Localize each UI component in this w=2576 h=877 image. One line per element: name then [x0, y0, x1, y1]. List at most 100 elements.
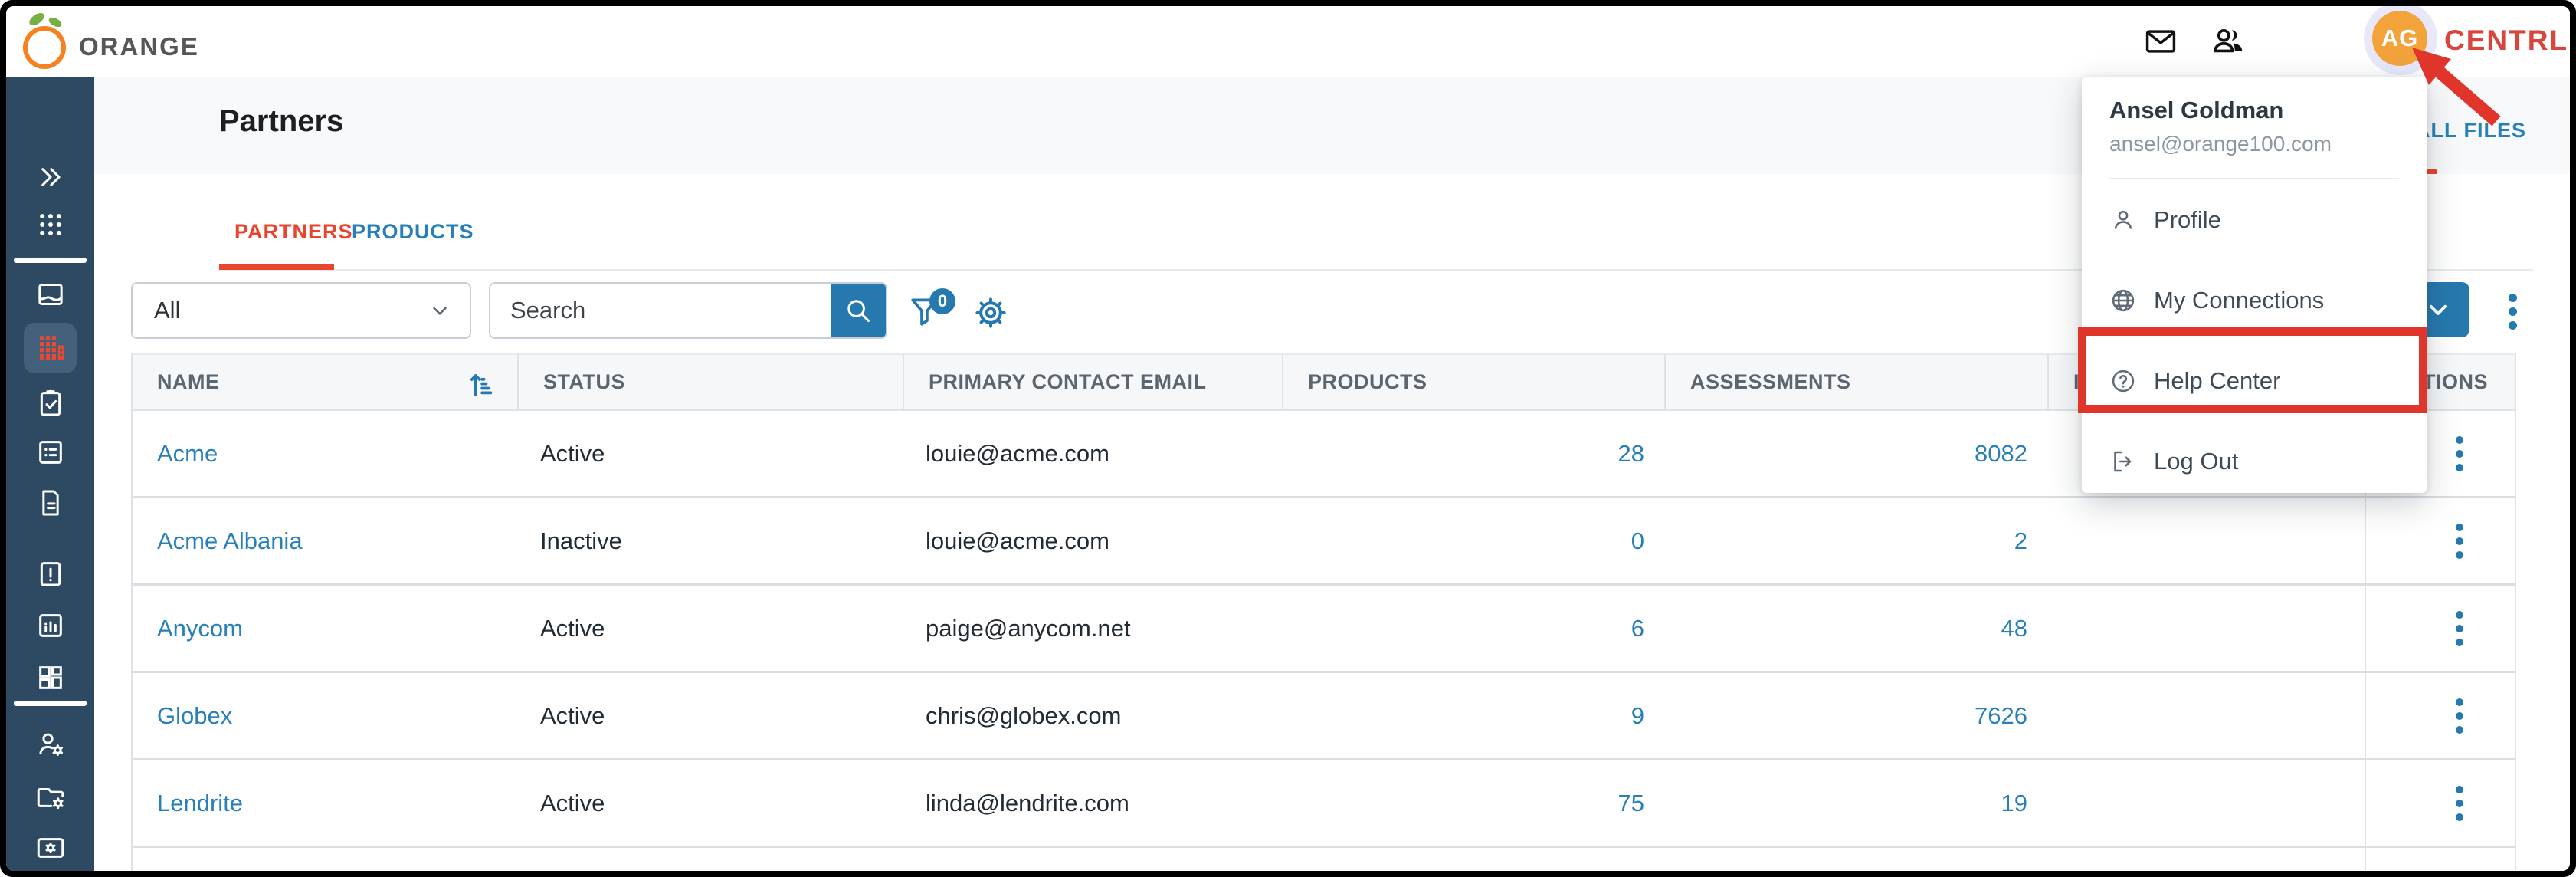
brand-centrl: CENTRL [2444, 25, 2568, 57]
gear-icon [972, 294, 1009, 331]
table-row: Lendrite Active linda@lendrite.com 75 19 [133, 760, 2515, 848]
interactions-cell [2049, 760, 2365, 846]
search-icon [844, 296, 873, 325]
clipboard-alert-icon [35, 558, 66, 589]
topbar-icon-group [2144, 6, 2248, 77]
sidebar-item-admin-settings[interactable] [6, 826, 94, 869]
chevron-down-icon [428, 299, 451, 322]
assessments-count-link[interactable]: 8082 [1975, 440, 2027, 468]
sidebar-expand-button[interactable] [6, 156, 94, 199]
row-actions-menu[interactable] [2444, 777, 2475, 830]
products-count-link[interactable]: 75 [1618, 790, 1644, 817]
apps-grid-icon [35, 209, 66, 240]
chevron-down-icon [2423, 294, 2453, 325]
sidebar-item-dashboards[interactable] [6, 656, 94, 699]
app-window: ORANGE AG CENTRL [6, 6, 2570, 871]
search-button[interactable] [831, 284, 886, 337]
partner-link[interactable]: Anycom [157, 615, 243, 642]
partner-link[interactable]: Acme Albania [157, 527, 303, 555]
menu-item-profile[interactable]: Profile [2082, 179, 2427, 260]
interactions-cell [2049, 498, 2365, 583]
column-header-assessments[interactable]: ASSESSMENTS [1666, 355, 2049, 409]
sidebar-item-documents[interactable] [6, 481, 94, 524]
row-actions-menu[interactable] [2444, 602, 2475, 655]
table-row: Globex Active chris@globex.com 9 7626 [133, 673, 2515, 760]
bar-chart-icon [35, 610, 66, 641]
toolbar-more-menu[interactable] [2497, 288, 2528, 334]
products-count-link[interactable]: 6 [1631, 615, 1644, 642]
user-avatar[interactable]: AG [2372, 11, 2427, 66]
sidebar-item-partners-active[interactable] [6, 327, 94, 370]
partner-link[interactable]: Acme [157, 440, 218, 468]
sort-ascending-icon[interactable] [466, 367, 500, 401]
sidebar-item-apps[interactable] [6, 203, 94, 246]
menu-item-label: Profile [2154, 206, 2221, 234]
logo-text: ORANGE [79, 32, 199, 61]
filter-funnel-button[interactable]: 0 [906, 293, 957, 340]
sidebar-item-list[interactable] [6, 431, 94, 474]
active-tab-underline [219, 264, 334, 270]
sidebar-item-assessments[interactable] [6, 382, 94, 425]
menu-item-log-out[interactable]: Log Out [2082, 421, 2427, 501]
status-cell: Inactive [519, 498, 904, 583]
mail-icon[interactable] [2144, 25, 2178, 58]
sidebar-item-user-settings[interactable] [6, 723, 94, 766]
sidebar-item-inbox[interactable] [6, 273, 94, 316]
column-header-email[interactable]: PRIMARY CONTACT EMAIL [904, 355, 1283, 409]
clipboard-check-icon [35, 388, 66, 419]
document-icon [35, 488, 66, 518]
sidebar-item-reports[interactable] [6, 604, 94, 647]
email-cell: paige@anycom.net [904, 586, 1283, 671]
row-actions-menu[interactable] [2444, 427, 2475, 481]
building-partners-icon [34, 332, 67, 364]
column-header-name[interactable]: NAME [133, 355, 519, 409]
inbox-tray-icon [35, 279, 66, 310]
interactions-cell [2049, 586, 2365, 671]
sidebar-item-issues[interactable] [6, 552, 94, 595]
tab-all-files[interactable]: ALL FILES [2415, 119, 2526, 143]
list-panel-icon [35, 437, 66, 468]
partner-link[interactable]: Lendrite [157, 790, 243, 817]
row-actions-menu[interactable] [2444, 689, 2475, 743]
column-header-products[interactable]: PRODUCTS [1283, 355, 1666, 409]
user-menu-dropdown: Ansel Goldman ansel@orange100.com Profil… [2082, 77, 2427, 493]
column-header-status[interactable]: STATUS [519, 355, 904, 409]
tab-products[interactable]: PRODUCTS [352, 220, 474, 244]
status-cell: Active [519, 586, 904, 671]
menu-item-label: My Connections [2154, 287, 2324, 314]
user-email: ansel@orange100.com [2109, 132, 2399, 156]
sidebar [6, 77, 94, 871]
globe-icon [2109, 287, 2137, 314]
row-actions-menu[interactable] [2444, 514, 2475, 568]
search-input[interactable] [490, 284, 831, 337]
assessments-count-link[interactable]: 2 [2014, 527, 2027, 555]
category-select[interactable]: All [131, 282, 471, 339]
user-menu-header: Ansel Goldman ansel@orange100.com [2082, 77, 2427, 179]
products-count-link[interactable]: 28 [1618, 440, 1644, 468]
assessments-count-link[interactable]: 7626 [1975, 702, 2027, 730]
table-row: Anycom Active paige@anycom.net 6 48 [133, 586, 2515, 673]
folder-gear-icon [34, 781, 67, 813]
table-settings-button[interactable] [972, 294, 1009, 331]
email-cell: chris@globex.com [904, 673, 1283, 758]
status-cell: Active [519, 411, 904, 496]
user-name: Ansel Goldman [2109, 97, 2399, 124]
products-count-link[interactable]: 0 [1631, 527, 1644, 555]
assessments-count-link[interactable]: 48 [2001, 615, 2027, 642]
email-cell: louie@acme.com [904, 498, 1283, 583]
profile-person-icon [2109, 206, 2137, 234]
assessments-count-link[interactable]: 19 [2001, 790, 2027, 817]
products-count-link[interactable]: 9 [1631, 702, 1644, 730]
tab-partners[interactable]: PARTNERS [234, 220, 353, 244]
page-title: Partners [219, 104, 343, 139]
email-cell: louie@acme.com [904, 411, 1283, 496]
top-bar: ORANGE AG CENTRL [6, 6, 2570, 77]
sidebar-item-file-settings[interactable] [6, 776, 94, 819]
help-center-highlight-box [2078, 327, 2427, 413]
status-cell: Active [519, 760, 904, 846]
sidebar-divider [14, 701, 87, 706]
partner-link[interactable]: Globex [157, 702, 232, 730]
table-row: Acme Albania Inactive louie@acme.com 0 2 [133, 498, 2515, 586]
connections-people-icon[interactable] [2210, 24, 2248, 59]
filter-count-badge: 0 [929, 288, 955, 314]
